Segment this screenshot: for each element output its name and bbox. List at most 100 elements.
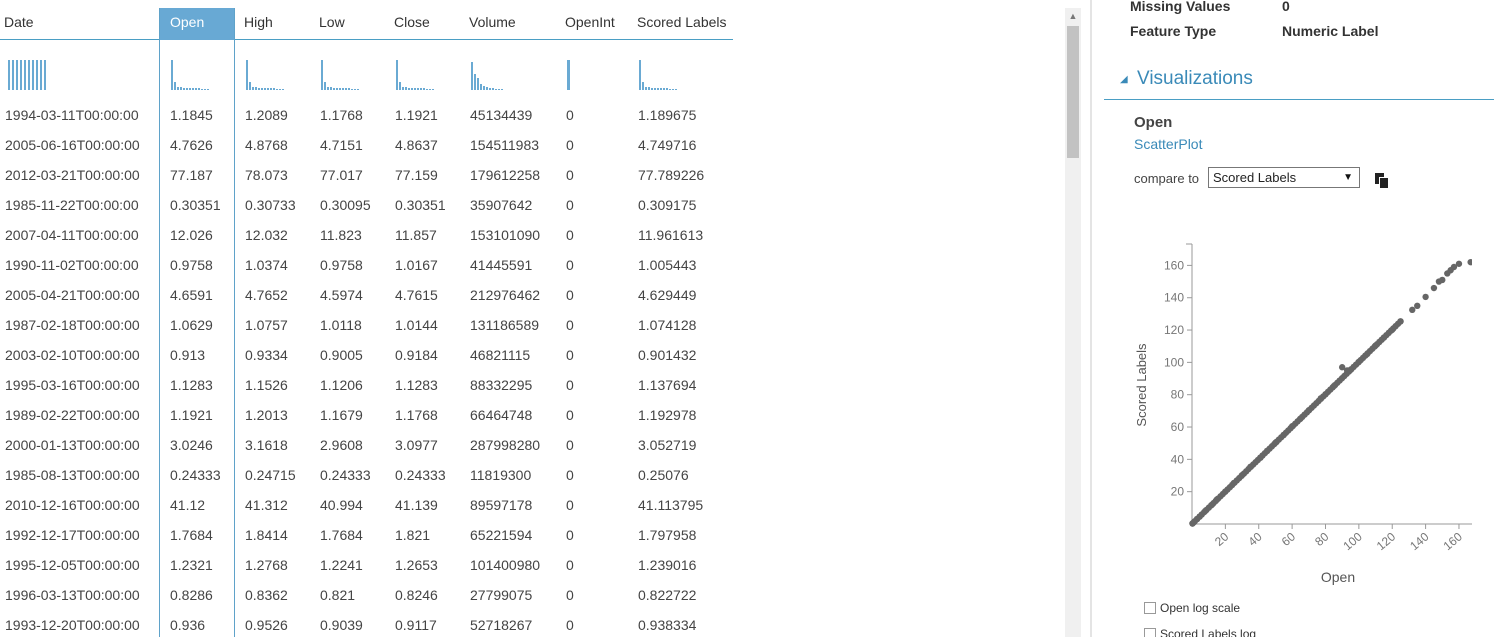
cell-openint: 0 (566, 407, 574, 423)
cell-high: 1.2768 (245, 557, 288, 573)
scatter-point (1364, 350, 1371, 358)
scatter-point (1297, 415, 1304, 422)
cell-date: 1989-02-22T00:00:00 (5, 407, 140, 423)
cell-high: 0.9526 (245, 617, 288, 633)
cell-volume: 45134439 (470, 107, 533, 123)
scatter-point (1372, 342, 1379, 349)
cell-openint: 0 (566, 227, 574, 243)
histogram-openint[interactable] (567, 58, 573, 90)
cell-low: 2.9608 (320, 437, 363, 453)
histogram-volume[interactable] (471, 58, 513, 90)
y-tick-label: 40 (1171, 452, 1185, 466)
cell-openint: 0 (566, 257, 574, 273)
histogram-high[interactable] (246, 58, 288, 90)
column-header-scored-labels[interactable]: Scored Labels (633, 8, 727, 40)
open-log-scale-checkbox[interactable] (1144, 602, 1156, 614)
cell-openint: 0 (566, 167, 574, 183)
column-header-close[interactable]: Close (390, 8, 430, 40)
y-axis-title: Scored Labels (1134, 343, 1149, 427)
open-log-scale-option[interactable]: Open log scale (1144, 601, 1240, 615)
cell-close: 1.1921 (395, 107, 438, 123)
cell-date: 2000-01-13T00:00:00 (5, 437, 140, 453)
scatter-point (1196, 513, 1204, 520)
cell-scored-labels: 0.938334 (638, 617, 697, 633)
table-header-row: Date Open High Low Close Volume OpenInt … (0, 8, 733, 40)
scatter-point (1347, 366, 1354, 374)
cell-volume: 65221594 (470, 527, 533, 543)
scroll-up-arrow-icon[interactable]: ▲ (1065, 8, 1081, 24)
visualizations-section-header[interactable]: ◢ Visualizations (1104, 62, 1494, 100)
cell-scored-labels: 1.192978 (638, 407, 697, 423)
column-header-open[interactable]: Open (160, 8, 235, 40)
cell-low: 11.823 (320, 227, 362, 243)
column-header-date[interactable]: Date (0, 8, 34, 40)
cell-close: 4.7615 (395, 287, 438, 303)
compare-to-dropdown[interactable]: Scored Labels ▼ (1208, 167, 1360, 188)
column-header-volume[interactable]: Volume (465, 8, 516, 40)
table-row: 2010-12-16T00:00:00 41.12 41.312 40.994 … (0, 490, 733, 520)
copy-icon[interactable] (1375, 173, 1389, 189)
cell-scored-labels: 1.005443 (638, 257, 697, 273)
cell-open: 77.187 (170, 167, 213, 183)
histogram-scored-labels[interactable] (639, 58, 681, 90)
cell-close: 11.857 (395, 227, 437, 243)
cell-date: 2007-04-11T00:00:00 (5, 227, 139, 243)
cell-openint: 0 (566, 557, 574, 573)
table-row: 1985-11-22T00:00:00 0.30351 0.30733 0.30… (0, 190, 733, 220)
x-tick-label: 120 (1374, 529, 1399, 553)
cell-volume: 35907642 (470, 197, 533, 213)
scatter-point (1238, 471, 1246, 479)
scored-labels-log-option[interactable]: Scored Labels log (1144, 627, 1256, 637)
cell-volume: 287998280 (470, 437, 541, 453)
cell-low: 1.1679 (320, 407, 363, 423)
cell-volume: 179612258 (470, 167, 541, 183)
cell-date: 2005-04-21T00:00:00 (5, 287, 140, 303)
scatter-point (1414, 302, 1421, 310)
scored-labels-log-checkbox[interactable] (1144, 628, 1156, 637)
scatter-point (1430, 284, 1438, 292)
cell-date: 1993-12-20T00:00:00 (5, 617, 140, 633)
scatter-point (1380, 334, 1388, 341)
collapse-triangle-icon[interactable]: ◢ (1120, 74, 1128, 85)
cell-openint: 0 (566, 107, 574, 123)
column-header-high[interactable]: High (240, 8, 273, 40)
column-header-openint[interactable]: OpenInt (561, 8, 615, 40)
cell-date: 1985-11-22T00:00:00 (5, 197, 139, 213)
data-table: Date Open High Low Close Volume OpenInt … (0, 0, 1062, 637)
scored-labels-log-label: Scored Labels log (1160, 627, 1257, 637)
cell-scored-labels: 4.629449 (638, 287, 697, 303)
visualizations-title: Visualizations (1137, 68, 1253, 89)
histogram-date[interactable] (8, 58, 48, 90)
scrollbar-thumb[interactable] (1067, 26, 1079, 158)
cell-scored-labels: 1.074128 (638, 317, 697, 333)
missing-values-label: Missing Values (1130, 0, 1231, 14)
compare-to-label: compare to (1134, 171, 1200, 186)
cell-high: 4.7652 (245, 287, 288, 303)
cell-date: 2012-03-21T00:00:00 (5, 167, 140, 183)
scatter-point (1247, 463, 1254, 470)
cell-openint: 0 (566, 527, 574, 543)
histogram-low[interactable] (321, 58, 363, 90)
vertical-scrollbar[interactable]: ▲ (1065, 8, 1081, 637)
cell-scored-labels: 0.309175 (638, 197, 697, 213)
cell-close: 1.0167 (395, 257, 438, 273)
selected-column-name: Open (1134, 114, 1173, 131)
cell-date: 1994-03-11T00:00:00 (5, 107, 139, 123)
cell-volume: 11819300 (470, 467, 532, 483)
cell-volume: 88332295 (470, 377, 533, 393)
column-header-low[interactable]: Low (315, 8, 345, 40)
plot-type-link[interactable]: ScatterPlot (1134, 136, 1202, 152)
cell-close: 0.24333 (395, 467, 446, 483)
cell-high: 12.032 (245, 227, 288, 243)
table-row: 1990-11-02T00:00:00 0.9758 1.0374 0.9758… (0, 250, 733, 280)
cell-open: 1.1921 (170, 407, 213, 423)
cell-date: 1985-08-13T00:00:00 (5, 467, 140, 483)
table-row: 2003-02-10T00:00:00 0.913 0.9334 0.9005 … (0, 340, 733, 370)
cell-scored-labels: 41.113795 (638, 497, 704, 513)
cell-openint: 0 (566, 197, 574, 213)
cell-close: 0.9184 (395, 347, 438, 363)
histogram-open[interactable] (171, 58, 213, 90)
histogram-close[interactable] (396, 58, 438, 90)
cell-open: 0.8286 (170, 587, 213, 603)
cell-scored-labels: 0.901432 (638, 347, 697, 363)
